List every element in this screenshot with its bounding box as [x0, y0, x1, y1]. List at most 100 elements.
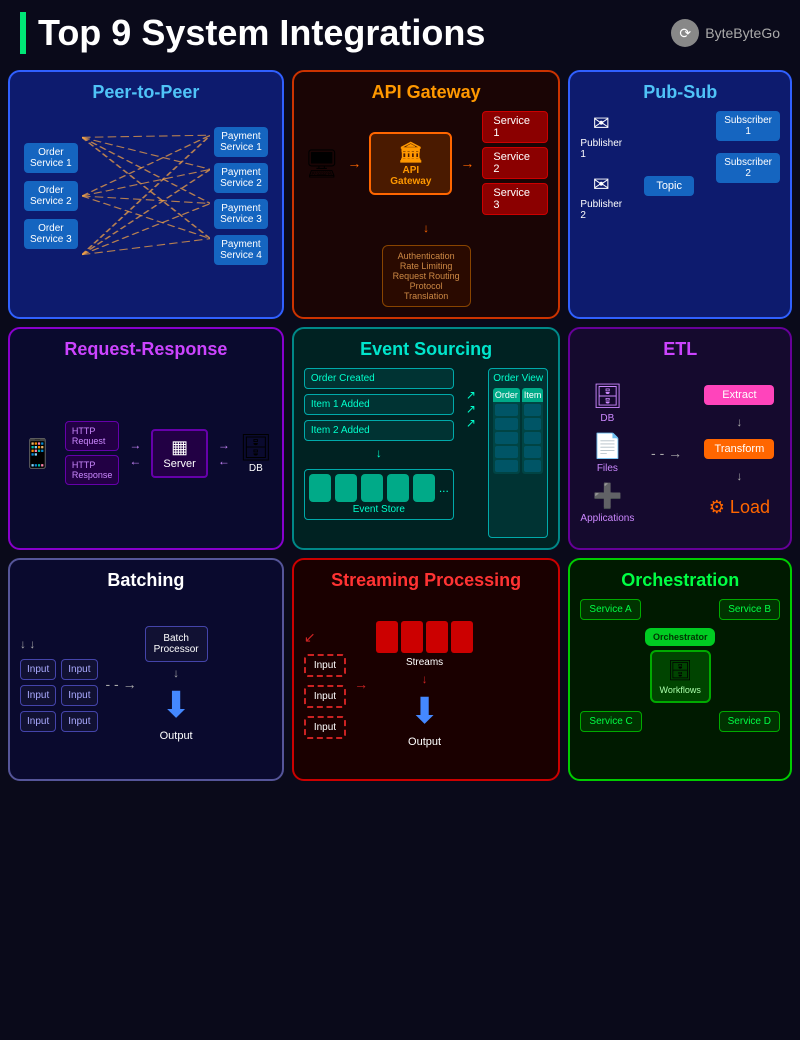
store-item2 [335, 474, 357, 502]
pubsub-cols: ✉ Publisher1 ✉ Publisher2 Topic Subscrib… [580, 111, 780, 221]
stream-inputs: ↙ Input Input Input [304, 629, 346, 739]
streams-label: Streams [406, 657, 443, 668]
workflow-icon: 🗄 [668, 658, 693, 683]
orch-service-d: Service D [719, 711, 780, 732]
eventsrc-arrows: ↗ ↗ ↗ [466, 368, 476, 538]
p2p-pay4: PaymentService 4 [214, 235, 268, 265]
batch-inputs: Input Input Input Input Input Input [20, 659, 98, 732]
api-svc2: Service 2 [482, 147, 548, 179]
icr4 [524, 446, 542, 458]
p2p-connections: .dline{stroke:#ffaa44;stroke-width:1;str… [82, 116, 210, 276]
pub1-icon: ✉ [593, 111, 610, 136]
store-item3 [361, 474, 383, 502]
etl-files-icon: 📄 [592, 432, 622, 461]
sb1 [376, 621, 398, 653]
db-arrow-right: → [218, 438, 230, 452]
eventsrc-down-arrow: ↓ [304, 446, 454, 460]
sb2 [401, 621, 423, 653]
api-client-icon: 🖥 [304, 147, 340, 180]
etl-files-label: Files [597, 463, 618, 474]
pub2-label: Publisher2 [580, 199, 622, 221]
etl-title: ETL [580, 339, 780, 360]
page-header: Top 9 System Integrations ⟳ ByteByteGo [0, 0, 800, 62]
stream-down-arrow: ↓ [422, 672, 428, 686]
batch-output-icon: ⬇ [161, 684, 191, 726]
order-col-order: Order [493, 388, 520, 474]
etl-source-arrow: - - → [651, 445, 682, 461]
orch-service-b: Service B [719, 599, 780, 620]
etl-steps: Extract ↓ Transform ↓ ⚙ Load [699, 385, 780, 522]
etl-db: 🗄 DB [592, 382, 622, 424]
sb3 [426, 621, 448, 653]
pubsub-layout: ✉ Publisher1 ✉ Publisher2 Topic Subscrib… [580, 111, 780, 281]
logo-icon: ⟳ [671, 19, 699, 47]
logo-text: ByteByteGo [705, 25, 780, 41]
icr5 [524, 460, 542, 472]
batch-right: BatchProcessor ↓ ⬇ Output [145, 626, 208, 742]
etl-load: ⚙ Load [699, 493, 780, 522]
server-label: Server [163, 458, 195, 470]
ocr4 [495, 446, 518, 458]
api-gateway-label: API Gateway [381, 165, 440, 187]
api-services: Service 1 Service 2 Service 3 [482, 111, 548, 215]
topic-box: Topic [644, 176, 694, 196]
db-arrow-left: ← [218, 454, 230, 468]
ocr5 [495, 460, 518, 472]
etl-arrow2: ↓ [736, 469, 742, 483]
card-reqres: Request-Response 📱 HTTPRequest HTTPRespo… [8, 327, 284, 550]
card-api: API Gateway 🖥 → 🏛 API Gateway → Service … [292, 70, 561, 319]
api-arrow1: → [347, 155, 361, 171]
etl-apps-label: Applications [580, 513, 634, 524]
card-etl: ETL 🗄 DB 📄 Files ➕ Applications - - → Ex… [568, 327, 792, 550]
store-item1 [309, 474, 331, 502]
orch-title: Orchestration [580, 570, 780, 591]
event-store-label: Event Store [309, 504, 449, 515]
order-col-rows1 [493, 402, 520, 474]
batch-input2: Input [61, 659, 97, 680]
p2p-pay2: PaymentService 2 [214, 163, 268, 193]
batch-top-arrows: ↓ ↓ [20, 637, 98, 651]
p2p-right: PaymentService 1 PaymentService 2 Paymen… [214, 127, 268, 265]
api-auth-box: AuthenticationRate LimitingRequest Routi… [382, 245, 471, 307]
batch-input6: Input [61, 711, 97, 732]
server-icon: ▦ [163, 437, 195, 458]
pub1-label: Publisher1 [580, 138, 622, 160]
etl-db-icon: 🗄 [592, 382, 622, 411]
es-arrow2: ↗ [466, 402, 476, 416]
order-col-item: Item [522, 388, 544, 474]
p2p-pay3: PaymentService 3 [214, 199, 268, 229]
batching-title: Batching [20, 570, 272, 591]
p2p-order1: OrderService 1 [24, 143, 78, 173]
batch-input5: Input [20, 711, 56, 732]
p2p-order2: OrderService 2 [24, 181, 78, 211]
etl-db-label: DB [600, 413, 614, 424]
event-store-section: ... Event Store [304, 469, 454, 520]
workflows-box: 🗄 Workflows [650, 650, 711, 703]
batch-down-arrow: ↓ [173, 666, 179, 680]
es-arrow3: ↗ [466, 416, 476, 430]
etl-transform: Transform [704, 439, 774, 459]
stream-right: Streams ↓ ⬇ Output [376, 621, 473, 748]
api-main-row: 🖥 → 🏛 API Gateway → Service 1 Service 2 … [304, 111, 549, 215]
server-box: ▦ Server [151, 429, 207, 478]
etl-extract: Extract [704, 385, 774, 405]
etl-files: 📄 Files [592, 432, 622, 474]
etl-layout: 🗄 DB 📄 Files ➕ Applications - - → Extrac… [580, 368, 780, 538]
p2p-left: OrderService 1 OrderService 2 OrderServi… [24, 143, 78, 249]
icr2 [524, 418, 542, 430]
stream-output-icon: ⬇ [409, 690, 439, 732]
publisher2: ✉ Publisher2 [580, 172, 622, 221]
batching-left: ↓ ↓ Input Input Input Input Input Input [20, 637, 98, 732]
page-title: Top 9 System Integrations [20, 12, 485, 54]
reqres-layout: 📱 HTTPRequest HTTPResponse → ← ▦ Server … [20, 368, 272, 538]
stream-input1: Input [304, 654, 346, 677]
batching-layout: ↓ ↓ Input Input Input Input Input Input … [20, 599, 272, 769]
order-col-header2: Item [522, 388, 544, 402]
reqres-row: 📱 HTTPRequest HTTPResponse → ← ▦ Server … [20, 421, 272, 485]
http-request-label: HTTPRequest [65, 421, 120, 451]
arrows: → ← [129, 438, 141, 468]
icr1 [524, 404, 542, 416]
pub2-icon: ✉ [593, 172, 610, 197]
streams-blocks [376, 621, 473, 653]
order-view-title: Order View [493, 373, 544, 384]
